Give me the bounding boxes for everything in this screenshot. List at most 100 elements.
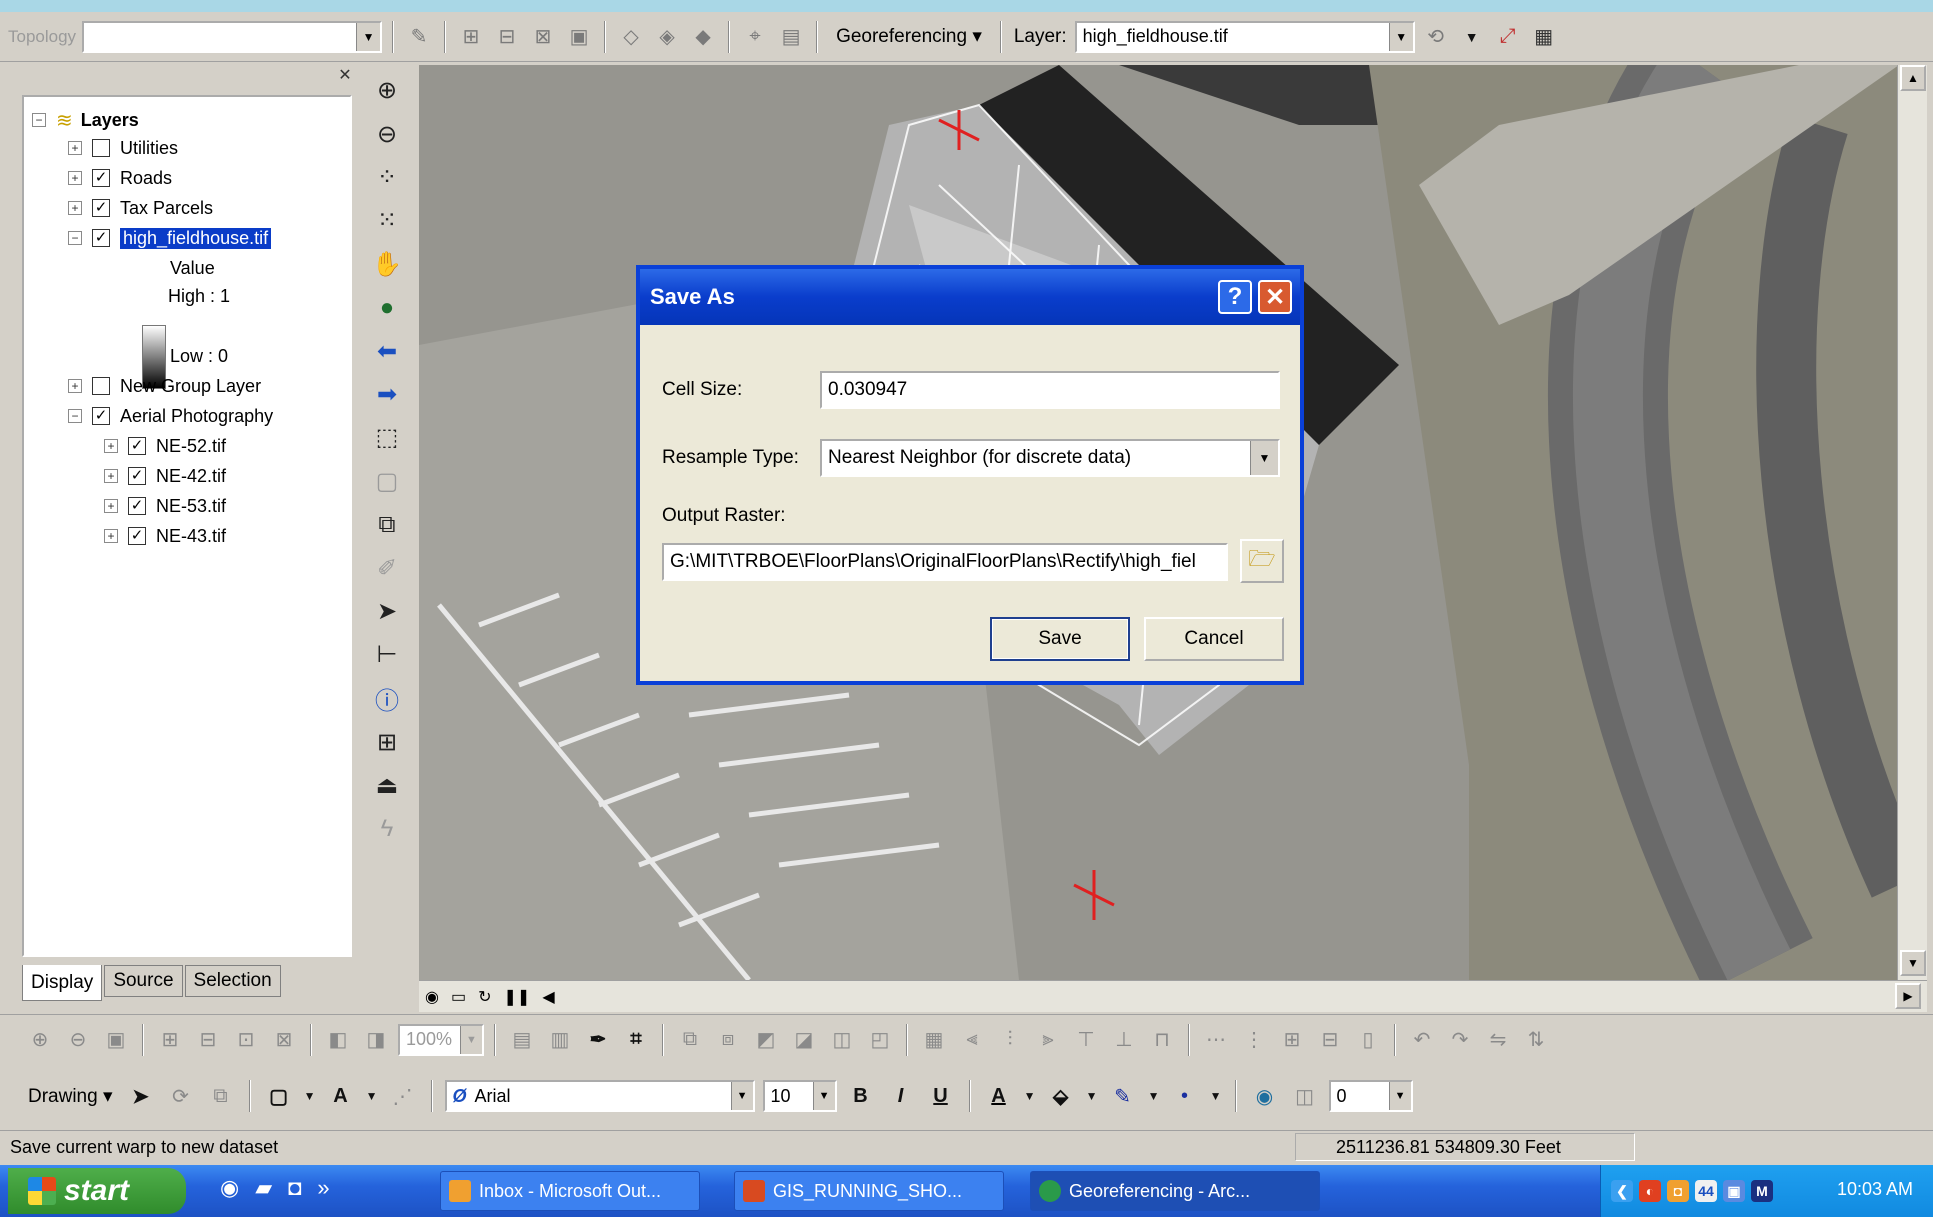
previous-extent-icon[interactable]: ◧ [322,1024,354,1056]
expand-icon[interactable]: + [104,469,118,483]
expand-icon[interactable]: + [104,439,118,453]
rotate-left-icon[interactable]: ↶ [1406,1024,1438,1056]
layer-checkbox[interactable] [92,377,110,395]
layer-checkbox[interactable]: ✓ [128,527,146,545]
zoom-in-page-icon[interactable]: ⊕ [24,1024,56,1056]
offset-combo[interactable]: 0 ▼ [1328,1080,1413,1112]
clear-selection-icon[interactable]: ▢ [370,466,404,497]
tab-source[interactable]: Source [104,965,183,997]
ungroup-icon[interactable]: ⧈ [712,1024,744,1056]
new-text-icon[interactable]: A [325,1080,357,1112]
flip-vertical-icon[interactable]: ⇅ [1520,1024,1552,1056]
next-extent-icon[interactable]: ◨ [360,1024,392,1056]
chevron-down-icon[interactable]: ▼ [365,1080,379,1112]
reshape-edge-icon[interactable]: ◈ [652,22,682,52]
italic-button[interactable]: I [885,1080,917,1112]
send-back-icon[interactable]: ◪ [788,1024,820,1056]
chevron-down-icon[interactable]: ▼ [1250,441,1278,475]
georeferencing-menu[interactable]: Georeferencing ▾ [828,25,990,48]
folder-browse-icon[interactable]: 🗁 [1240,539,1284,583]
show-shared-icon[interactable]: ▤ [776,22,806,52]
outlook-icon[interactable]: ◘ [288,1175,301,1201]
layer-item-tax-parcels[interactable]: + ✓ Tax Parcels [68,195,213,221]
close-icon[interactable]: ✕ [336,67,354,85]
rotate-element-icon[interactable]: ⟳ [165,1080,197,1112]
chevron-down-icon[interactable]: ▼ [1147,1080,1161,1112]
resample-type-select[interactable]: Nearest Neighbor (for discrete data) ▼ [820,439,1280,477]
folder-icon[interactable]: ▰ [255,1175,272,1201]
distribute-h-icon[interactable]: ⋯ [1200,1024,1232,1056]
expand-icon[interactable]: + [68,379,82,393]
tab-display[interactable]: Display [22,965,103,1001]
layer-item-high-fieldhouse[interactable]: − ✓ high_fieldhouse.tif [68,225,272,251]
expand-icon[interactable]: + [104,499,118,513]
select-features-icon[interactable]: ⬚ [370,422,404,453]
map-topology-icon[interactable]: ⊞ [456,22,486,52]
layer-checkbox[interactable]: ✓ [92,169,110,187]
refresh-icon[interactable]: ↻ [478,987,491,1007]
sublayer-item[interactable]: + ✓ NE-53.tif [104,493,226,519]
expand-icon[interactable]: + [104,529,118,543]
align-left-icon[interactable]: ⫷ [956,1024,988,1056]
align-right-icon[interactable]: ⫸ [1032,1024,1064,1056]
distribute-v-icon[interactable]: ⋮ [1238,1024,1270,1056]
make-same-height-icon[interactable]: ▯ [1352,1024,1384,1056]
edit-vertices-icon[interactable]: ✐ [370,552,404,583]
offset-icon[interactable]: ◫ [1289,1080,1321,1112]
scroll-down-icon[interactable]: ▼ [1900,950,1926,976]
task-georeferencing[interactable]: Georeferencing - Arc... [1030,1171,1320,1211]
pan-hand-icon[interactable]: ✋ [370,249,404,280]
toggle-draft-icon[interactable]: ▤ [506,1024,538,1056]
cell-size-field[interactable]: 0.030947 [820,371,1280,409]
close-button[interactable]: ✕ [1258,280,1292,314]
tab-selection[interactable]: Selection [184,965,281,997]
layer-checkbox[interactable]: ✓ [92,407,110,425]
collapse-icon[interactable]: − [68,409,82,423]
layer-checkbox[interactable] [92,139,110,157]
layer-checkbox[interactable]: ✓ [128,437,146,455]
expand-icon[interactable]: + [68,171,82,185]
pointer-icon[interactable]: ➤ [370,596,404,627]
back-arrow-icon[interactable]: ❮ [1611,1180,1633,1202]
collapse-icon[interactable]: − [32,113,46,127]
bring-forward-icon[interactable]: ◫ [826,1024,858,1056]
layer-item-new-group[interactable]: + New Group Layer [68,373,261,399]
security-icon[interactable]: ◐ [1639,1180,1661,1202]
fixed-zoom-page-icon[interactable]: ⊞ [154,1024,186,1056]
chevron-down-icon[interactable]: ▼ [356,22,381,51]
measure-icon[interactable]: ⊢ [370,639,404,670]
fixed-zoom-in-icon[interactable]: ⁘ [370,162,404,193]
chevron-down-icon[interactable]: ▼ [1023,1080,1037,1112]
scroll-up-icon[interactable]: ▲ [1900,65,1926,91]
outlook-icon[interactable]: ◘ [1667,1180,1689,1202]
select-topology-icon[interactable]: ⌖ [740,22,770,52]
chevron-down-icon[interactable]: ▼ [1388,1082,1411,1110]
align-middle-icon[interactable]: ⊥ [1108,1024,1140,1056]
font-color-icon[interactable]: A [983,1080,1015,1112]
layer-combo[interactable]: high_fieldhouse.tif ▼ [1074,20,1415,53]
edit-vertices-icon[interactable]: ⋰ [387,1080,419,1112]
horizontal-scrollbar[interactable]: ◉ ▭ ↻ ❚❚ ◀ ▶ [419,980,1927,1012]
flip-horizontal-icon[interactable]: ⇋ [1482,1024,1514,1056]
align-center-icon[interactable]: ⫶ [994,1024,1026,1056]
rectangle-icon[interactable]: ▢ [263,1080,295,1112]
link-table-icon[interactable]: ▦ [1529,22,1559,52]
rotate-icon[interactable]: ⟲ [1421,22,1451,52]
sublayer-item[interactable]: + ✓ NE-43.tif [104,523,226,549]
bold-button[interactable]: B [845,1080,877,1112]
zoom-out-page-icon[interactable]: ⊖ [62,1024,94,1056]
topology-edit-icon[interactable]: ✎ [404,22,434,52]
network-icon[interactable]: ▣ [1723,1180,1745,1202]
layer-checkbox[interactable]: ✓ [92,199,110,217]
error-inspector-icon[interactable]: ▣ [564,22,594,52]
expand-icon[interactable]: + [68,141,82,155]
bring-front-icon[interactable]: ◩ [750,1024,782,1056]
forward-arrow-icon[interactable]: ➡ [370,379,404,410]
chevron-down-icon[interactable]: ▼ [1085,1080,1099,1112]
zoom-percent-combo[interactable]: 100% ▼ [398,1023,484,1056]
pan-page-icon[interactable]: ▣ [100,1024,132,1056]
rotate-right-icon[interactable]: ↷ [1444,1024,1476,1056]
sublayer-item[interactable]: + ✓ NE-42.tif [104,463,226,489]
layers-root[interactable]: − ≋ Layers [32,107,139,133]
scroll-right-icon[interactable]: ▶ [1895,983,1921,1009]
